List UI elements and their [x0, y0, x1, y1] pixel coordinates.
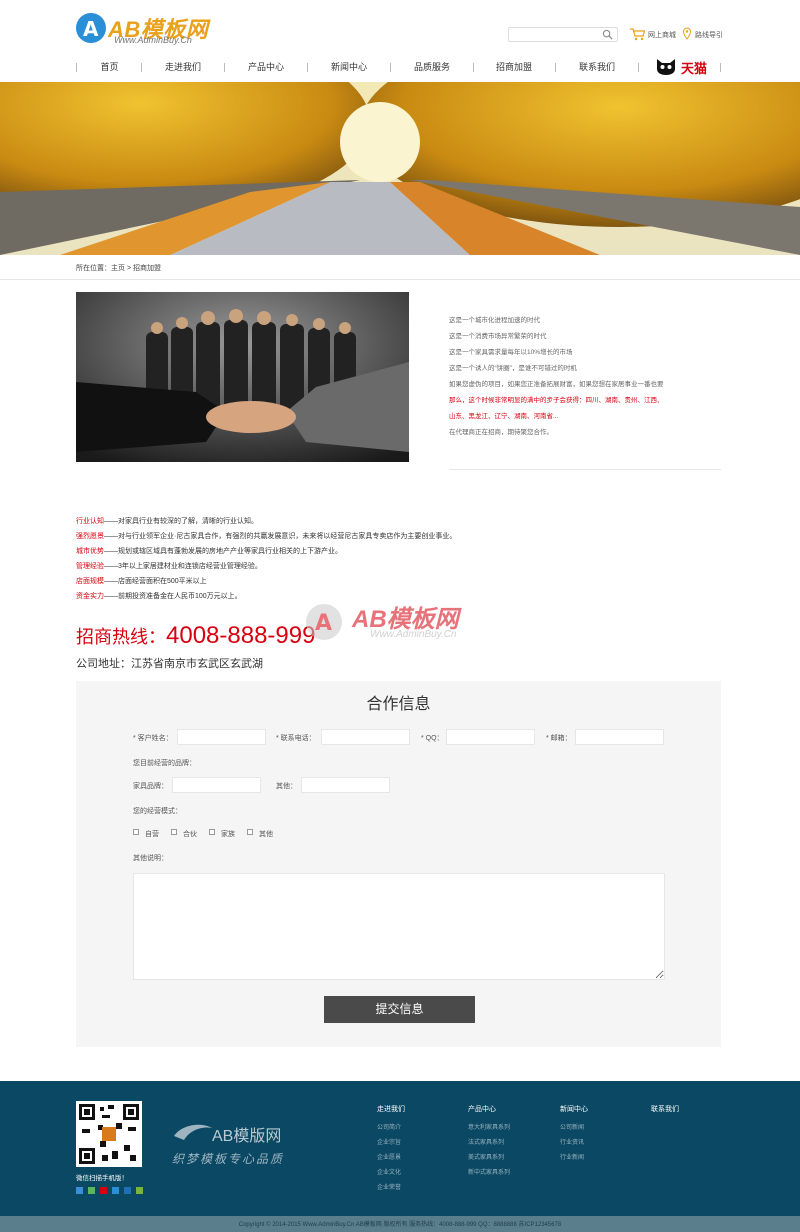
footer-link[interactable]: 美式家具系列 [468, 1152, 504, 1161]
nav-news[interactable]: 新闻中心 [318, 55, 380, 80]
footer-col-title[interactable]: 联系我们 [651, 1104, 679, 1114]
intro-line-highlight: 那么，这个时候非常明显的满中的步子会获得：四川、湖南、贵州、江西、 [449, 397, 664, 404]
mode-checkbox[interactable] [209, 829, 215, 835]
copyright-text: Copyright © 2014-2015 Www.AdminBuy.Cn AB… [238, 1222, 562, 1228]
footer-link[interactable]: 意大利家具系列 [468, 1122, 510, 1131]
footer-link[interactable]: 行业新闻 [560, 1152, 584, 1161]
watermark-logo: A AB模板网 Www.AdminBuy.Cn [304, 597, 504, 647]
cart-icon[interactable] [629, 27, 645, 41]
phone-field[interactable] [321, 729, 410, 745]
nav-service[interactable]: 品质服务 [401, 55, 463, 80]
company-address: 公司地址：江苏省南京市玄武区玄武湖 [76, 658, 263, 670]
footer-link[interactable]: 新中式家具系列 [468, 1167, 510, 1176]
brand-question: 您目前经营的品牌： [133, 760, 196, 767]
email-label: * 邮箱： [546, 735, 572, 742]
nav-join[interactable]: 招商加盟 [483, 55, 545, 80]
name-field[interactable] [177, 729, 266, 745]
mode-label: 其他 [259, 831, 273, 838]
fact-item: 管理经验——3年以上家居建材业和连锁店经营业管理经验。 [76, 563, 262, 570]
phone-label: * 联系电话： [276, 735, 316, 742]
footer-logo: AB模版网 织梦模板专心品质 [172, 1120, 292, 1170]
map-pin-icon[interactable] [682, 27, 692, 40]
mode-label: 自营 [145, 831, 159, 838]
fact-item: 行业认知——对家具行业有较深的了解，清晰的行业认知。 [76, 518, 258, 525]
qr-code [76, 1101, 142, 1167]
douban-icon[interactable] [136, 1187, 143, 1194]
footer-link[interactable]: 企业宗旨 [377, 1137, 401, 1146]
mode-checkbox[interactable] [247, 829, 253, 835]
intro-line: 这是一个家具需求量每年以10%增长的市场 [449, 349, 573, 356]
qq-field[interactable] [446, 729, 535, 745]
intro-line-highlight: 山东、黑龙江、辽宁、湖南、河南省... [449, 413, 559, 420]
remark-label: 其他说明： [133, 855, 168, 862]
footer-col-title[interactable]: 新闻中心 [560, 1104, 588, 1114]
other-label: 其他： [276, 783, 297, 790]
email-field[interactable] [575, 729, 664, 745]
shop-link[interactable]: 网上商城 [648, 30, 676, 40]
handshake-photo [76, 292, 409, 462]
brand-label: 家具品牌： [133, 783, 168, 790]
footer-link[interactable]: 行业资讯 [560, 1137, 584, 1146]
hotline: 招商热线：4008-888-999 [76, 622, 316, 649]
fact-item: 城市优势——规划或辖区域具有蓬勃发展的房地产产业等家具行业相关的上下游产业。 [76, 548, 342, 555]
submit-button[interactable]: 提交信息 [324, 996, 475, 1023]
mode-label: 家族 [221, 831, 235, 838]
wechat-icon[interactable] [88, 1187, 95, 1194]
intro-line: 这是一个诱人的“饼圈”，是谁不可错过的时机 [449, 365, 577, 372]
nav-contact[interactable]: 联系我们 [566, 55, 628, 80]
intro-line: 在代理商正在招商，期待聚您合作。 [449, 429, 553, 436]
footer-link[interactable]: 企业愿景 [377, 1152, 401, 1161]
footer-link[interactable]: 法式家具系列 [468, 1137, 504, 1146]
brand-field[interactable] [172, 777, 261, 793]
intro-line: 这是一个消费市场异常繁荣的时代 [449, 333, 547, 340]
intro-line: 如果您虚伪的项目，如果您正准备拓展财富，如果您想在家居事业一番也要 [449, 381, 664, 388]
footer-link[interactable]: 企业文化 [377, 1167, 401, 1176]
search-icon[interactable] [602, 29, 613, 40]
footer-link[interactable]: 公司新闻 [560, 1122, 584, 1131]
other-field[interactable] [301, 777, 390, 793]
qzone-icon[interactable] [76, 1187, 83, 1194]
nav-products[interactable]: 产品中心 [235, 55, 297, 80]
form-title: 合作信息 [366, 696, 431, 713]
mode-question: 您的经营模式： [133, 808, 182, 815]
banner-image [0, 82, 800, 255]
footer-col-title[interactable]: 走进我们 [377, 1104, 405, 1114]
route-link[interactable]: 路线导引 [695, 30, 723, 40]
qq-label: * QQ： [421, 735, 444, 742]
nav-home[interactable]: 首页 [82, 55, 137, 80]
footer-link[interactable]: 企业荣誉 [377, 1182, 401, 1191]
breadcrumb[interactable]: 所在位置：主页 > 招商加盟 [76, 263, 161, 273]
logo-subtitle: Www.AdminBuy.Cn [114, 35, 192, 45]
name-label: * 客户姓名： [133, 735, 173, 742]
qr-caption: 微信扫描手机版！ [76, 1175, 128, 1182]
mode-label: 合伙 [183, 831, 197, 838]
fact-item: 资金实力——前期投资准备金在人民币100万元以上。 [76, 593, 242, 600]
mode-checkbox[interactable] [133, 829, 139, 835]
tencent-icon[interactable] [112, 1187, 119, 1194]
nav-about[interactable]: 走进我们 [152, 55, 214, 80]
fact-item: 店面规模——店面经营面积在500平米以上 [76, 578, 207, 585]
fact-item: 强烈愿景——对与行业领军企业·尼古家具合作，有强烈的共赢发展意识，未来将以经营尼… [76, 533, 457, 540]
intro-line: 这是一个城市化进程加速的时代 [449, 317, 540, 324]
weibo-icon[interactable] [100, 1187, 107, 1194]
mode-checkbox[interactable] [171, 829, 177, 835]
remark-textarea[interactable] [133, 873, 665, 980]
footer-link[interactable]: 公司简介 [377, 1122, 401, 1131]
footer-col-title[interactable]: 产品中心 [468, 1104, 496, 1114]
tmall-cat-icon[interactable] [655, 57, 677, 77]
svg-text:A: A [315, 611, 332, 636]
divider [449, 469, 721, 470]
renren-icon[interactable] [124, 1187, 131, 1194]
main-nav: 首页 走进我们 产品中心 新闻中心 品质服务 招商加盟 联系我们 [0, 55, 800, 80]
tmall-link[interactable]: 天猫 [681, 58, 707, 77]
logo-icon[interactable]: A [76, 13, 106, 43]
